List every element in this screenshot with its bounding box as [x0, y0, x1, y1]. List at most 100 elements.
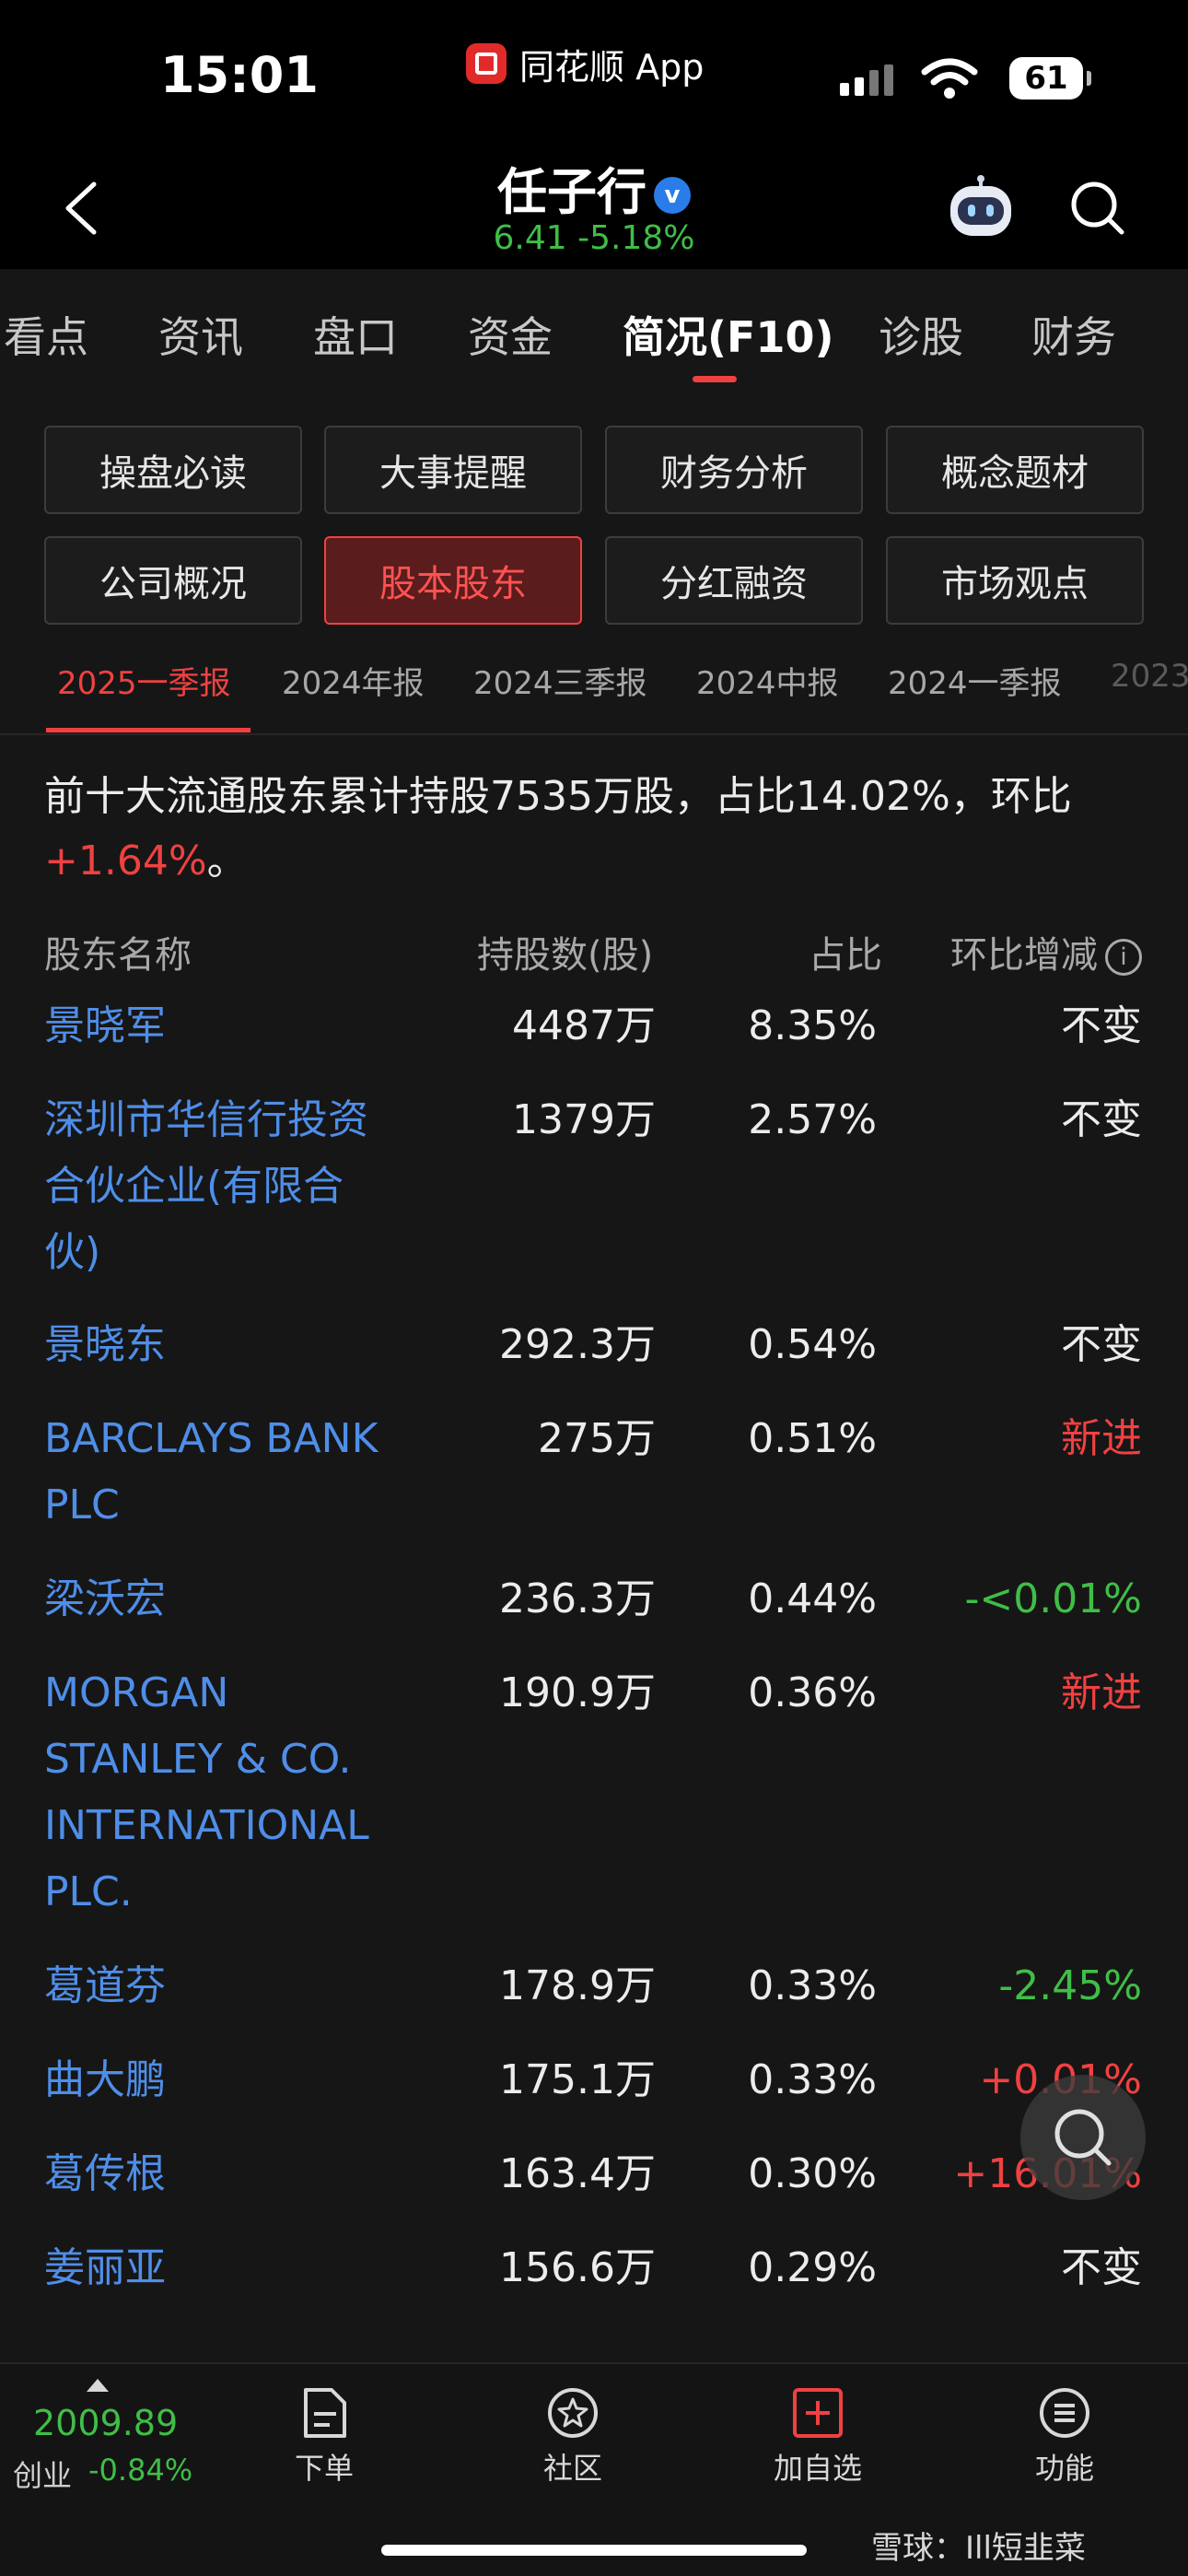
main-tab-bar: 看点 资讯 盘口 资金 简况(F10) 诊股 财务 — [0, 269, 1188, 391]
header-change[interactable]: 环比增减 i — [950, 925, 1142, 978]
holder-change: 不变 — [1061, 1002, 1142, 1049]
holder-change: 不变 — [1061, 1321, 1142, 1368]
holder-name[interactable]: 葛传根 — [44, 2141, 394, 2207]
holder-change: 新进 — [1061, 1669, 1142, 1716]
report-period-tabs: 2025一季报 2024年报 2024三季报 2024中报 2024一季报 20… — [0, 639, 1188, 732]
holder-shares: 275万 — [538, 1415, 656, 1462]
app-return-chip[interactable]: 同花顺 App — [466, 41, 705, 88]
button-financial-analysis[interactable]: 财务分析 — [605, 426, 863, 514]
app-name: 同花顺 App — [519, 46, 705, 88]
tab-news[interactable]: 资讯 — [158, 304, 243, 365]
home-indicator[interactable] — [381, 2545, 807, 2556]
summary-change: +1.64% — [44, 837, 207, 884]
holder-shares: 190.9万 — [499, 1669, 656, 1716]
holder-change: 不变 — [1061, 2244, 1142, 2291]
status-time: 15:01 — [160, 46, 319, 104]
holder-percent: 0.33% — [748, 1962, 877, 2009]
holder-change: 不变 — [1061, 1096, 1142, 1143]
period-2025q1[interactable]: 2025一季报 — [57, 658, 231, 703]
button-trading-guide[interactable]: 操盘必读 — [44, 426, 302, 514]
ai-assistant-robot-icon[interactable] — [945, 175, 1017, 241]
add-watchlist-icon — [793, 2388, 843, 2438]
period-2023[interactable]: 2023 — [1111, 658, 1188, 695]
summary-text: 前十大流通股东累计持股7535万股，占比14.02%，环比 — [44, 773, 1072, 820]
index-change: -0.84% — [88, 2453, 193, 2488]
tab-order-book[interactable]: 盘口 — [313, 304, 398, 365]
header-change-label: 环比增减 — [950, 934, 1098, 977]
active-period-indicator — [46, 728, 250, 732]
holder-name[interactable]: 梁沃宏 — [44, 1566, 394, 1633]
app-logo-icon — [466, 43, 507, 84]
nav-community[interactable]: 社区 — [499, 2386, 646, 2488]
stock-name: 任子行 — [497, 163, 646, 221]
holder-name[interactable]: 曲大鹏 — [44, 2047, 394, 2113]
holder-percent: 0.30% — [748, 2150, 877, 2197]
period-2024q3[interactable]: 2024三季报 — [473, 658, 647, 703]
holder-name[interactable]: 深圳市华信行投资合伙企业(有限合伙) — [44, 1087, 394, 1286]
nav-place-order[interactable]: 下单 — [250, 2386, 398, 2488]
tab-diagnosis[interactable]: 诊股 — [879, 304, 963, 365]
holder-change: 新进 — [1061, 1415, 1142, 1462]
search-icon — [1054, 2109, 1112, 2166]
holder-percent: 0.36% — [748, 1669, 877, 1716]
button-company-overview[interactable]: 公司概况 — [44, 536, 302, 625]
period-2024-annual[interactable]: 2024年报 — [282, 658, 425, 703]
holder-percent: 0.54% — [748, 1321, 877, 1368]
holder-name[interactable]: BARCLAYS BANK PLC — [44, 1406, 394, 1539]
active-tab-indicator — [693, 376, 737, 382]
holder-shares: 4487万 — [512, 1002, 656, 1049]
expand-up-icon[interactable] — [87, 2379, 109, 2392]
holder-percent: 0.44% — [748, 1575, 877, 1622]
index-value[interactable]: 2009.89 — [33, 2403, 178, 2443]
status-bar: 15:01 同花顺 App 61 — [0, 0, 1188, 147]
holder-shares: 292.3万 — [499, 1321, 656, 1368]
nav-label: 社区 — [542, 2451, 602, 2486]
holdings-summary: 前十大流通股东累计持股7535万股，占比14.02%，环比 +1.64%。 — [44, 765, 1149, 894]
index-name: 创业 — [13, 2458, 73, 2493]
holder-shares: 156.6万 — [499, 2244, 656, 2291]
button-event-reminders[interactable]: 大事提醒 — [324, 426, 582, 514]
nav-label: 加自选 — [773, 2451, 862, 2486]
button-concepts[interactable]: 概念题材 — [886, 426, 1144, 514]
nav-functions[interactable]: 功能 — [991, 2386, 1138, 2488]
summary-end: 。 — [206, 837, 248, 884]
holder-shares: 178.9万 — [499, 1962, 656, 2009]
header-holder-name: 股东名称 — [44, 934, 192, 977]
holder-shares: 236.3万 — [499, 1575, 656, 1622]
tab-capital-flow[interactable]: 资金 — [468, 304, 553, 365]
button-dividends-financing[interactable]: 分红融资 — [605, 536, 863, 625]
button-market-views[interactable]: 市场观点 — [886, 536, 1144, 625]
holder-shares: 163.4万 — [499, 2150, 656, 2197]
nav-label: 功能 — [1034, 2451, 1094, 2486]
divider — [0, 733, 1188, 735]
holder-name[interactable]: 葛道芬 — [44, 1953, 394, 2020]
holder-percent: 0.29% — [748, 2244, 877, 2291]
stock-header: 任子行 v 6.41 -5.18% — [0, 147, 1188, 269]
holder-shares: 175.1万 — [499, 2056, 656, 2103]
holder-name[interactable]: 姜丽亚 — [44, 2235, 394, 2301]
verified-badge-icon: v — [654, 177, 691, 215]
nav-add-watchlist[interactable]: 加自选 — [744, 2386, 891, 2488]
period-2024-interim[interactable]: 2024中报 — [696, 658, 839, 703]
floating-search-button[interactable] — [1020, 2075, 1146, 2200]
holder-change: -<0.01% — [964, 1575, 1142, 1622]
holder-name[interactable]: 景晓军 — [44, 993, 394, 1060]
search-icon[interactable] — [1068, 179, 1127, 238]
tab-f10-profile[interactable]: 简况(F10) — [623, 304, 833, 365]
holder-name[interactable]: MORGAN STANLEY & CO. INTERNATIONAL PLC. — [44, 1660, 394, 1926]
f10-content: 操盘必读 大事提醒 财务分析 概念题材 公司概况 股本股东 分红融资 市场观点 … — [0, 391, 1188, 2362]
holder-percent: 0.51% — [748, 1415, 877, 1462]
battery-indicator: 61 — [1009, 57, 1091, 100]
holder-percent: 8.35% — [748, 1002, 877, 1049]
info-icon[interactable]: i — [1105, 939, 1142, 976]
tab-financials[interactable]: 财务 — [1031, 304, 1116, 365]
header-percent: 占比 — [809, 934, 882, 977]
holder-shares: 1379万 — [512, 1096, 656, 1143]
holder-percent: 2.57% — [748, 1096, 877, 1143]
button-shareholders[interactable]: 股本股东 — [324, 536, 582, 625]
bottom-toolbar: 2009.89 创业 -0.84% 下单 社区 加自选 功能 雪球：Ill短韭菜 — [0, 2362, 1188, 2576]
holder-name[interactable]: 景晓东 — [44, 1312, 394, 1378]
tab-highlights[interactable]: 看点 — [4, 304, 88, 365]
period-2024q1[interactable]: 2024一季报 — [888, 658, 1062, 703]
watermark: 雪球：Ill短韭菜 — [871, 2530, 1086, 2567]
